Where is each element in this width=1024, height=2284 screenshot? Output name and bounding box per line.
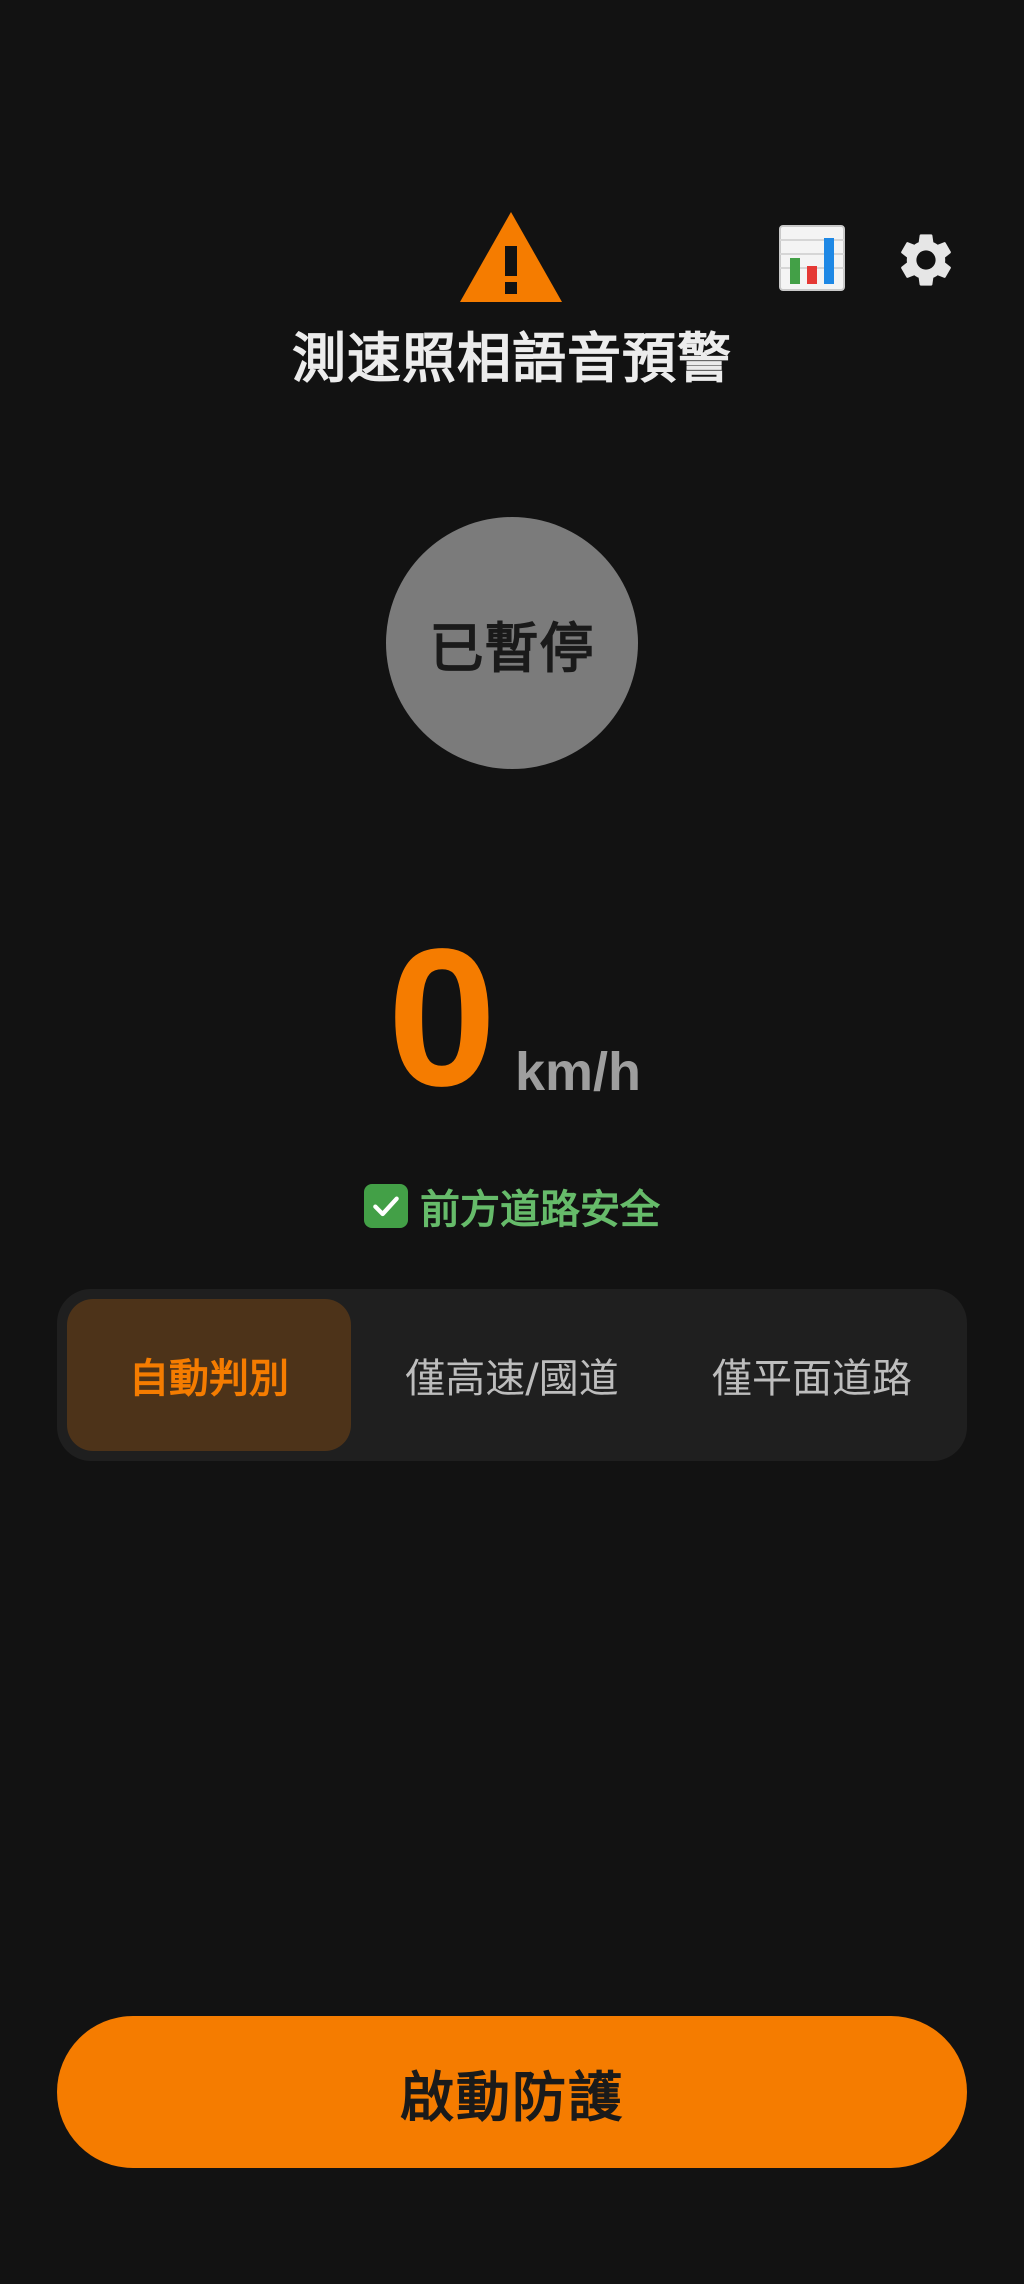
bar-chart-icon[interactable] — [776, 222, 848, 294]
speed-value: 0 — [387, 908, 497, 1127]
mode-surface-road-only[interactable]: 僅平面道路 — [667, 1299, 957, 1451]
mode-highway-only[interactable]: 僅高速/國道 — [367, 1299, 657, 1451]
start-protection-label: 啟動防護 — [400, 2065, 624, 2129]
app-title: 測速照相語音預警 — [292, 327, 732, 390]
speed-display: 0 km/h — [0, 918, 1024, 1118]
app-screen: 測速照相語音預警 已暫停 0 km/h 前方道路安全 自動判別 僅高速/國道 僅… — [0, 0, 1024, 2284]
warning-triangle-icon — [460, 212, 562, 302]
road-mode-selector: 自動判別 僅高速/國道 僅平面道路 — [57, 1289, 967, 1461]
speed-unit: km/h — [515, 1042, 642, 1102]
gear-icon[interactable] — [894, 228, 958, 292]
status-label: 已暫停 — [429, 616, 595, 680]
status-toggle-button[interactable]: 已暫停 — [386, 517, 638, 769]
start-protection-button[interactable]: 啟動防護 — [57, 2016, 967, 2168]
check-mark-icon — [364, 1184, 408, 1228]
mode-auto-detect[interactable]: 自動判別 — [67, 1299, 351, 1451]
road-status-text: 前方道路安全 — [420, 1187, 660, 1233]
road-status: 前方道路安全 — [0, 1176, 1024, 1236]
